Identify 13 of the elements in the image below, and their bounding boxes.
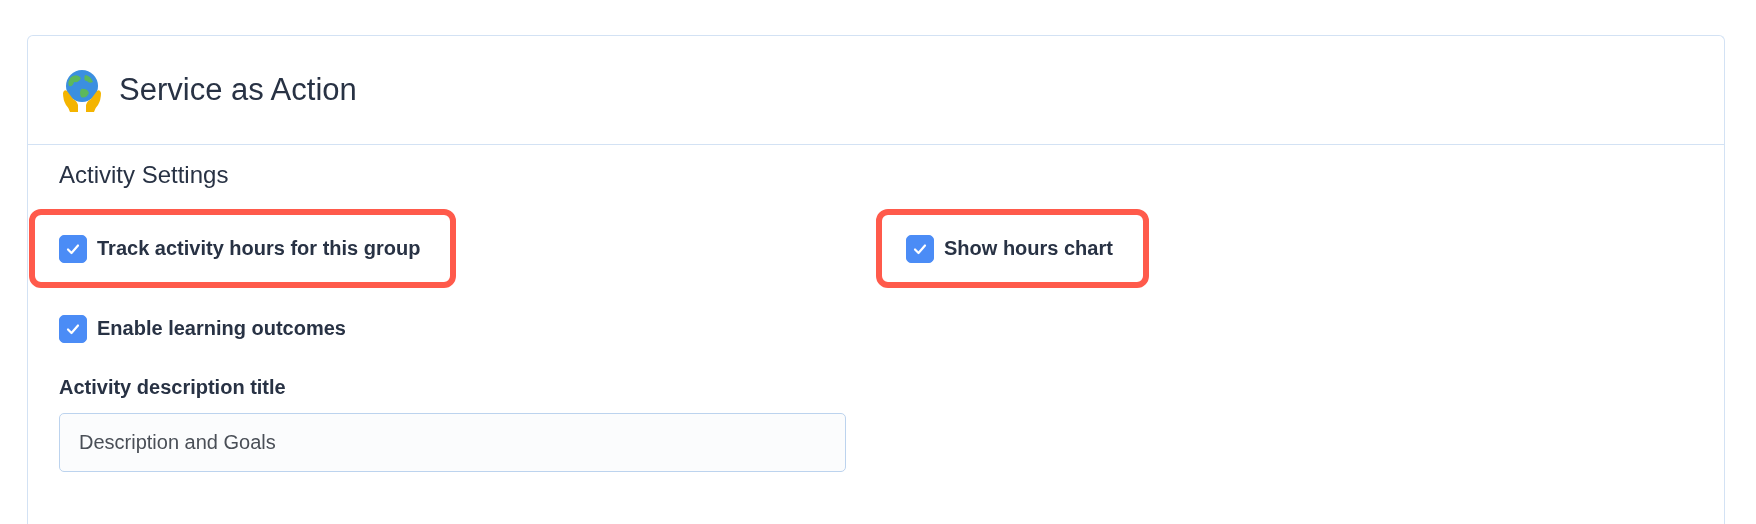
checkbox-option[interactable]: Enable learning outcomes [59,314,346,343]
checkbox-label: Track activity hours for this group [97,237,421,260]
field-label: Activity description title [59,376,286,399]
checkbox-label: Show hours chart [944,237,1113,260]
highlighted-checkbox-option[interactable]: Track activity hours for this group [29,209,457,288]
checkbox[interactable] [59,234,87,263]
input-field[interactable]: Description and Goals [59,413,846,472]
highlighted-checkbox-option[interactable]: Show hours chart [876,209,1149,288]
card-title: Service as Action [119,72,357,108]
checkbox[interactable] [906,234,934,263]
checkbox[interactable] [59,314,87,343]
section-title: Activity Settings [59,161,229,189]
checkbox-label: Enable learning outcomes [97,317,346,340]
